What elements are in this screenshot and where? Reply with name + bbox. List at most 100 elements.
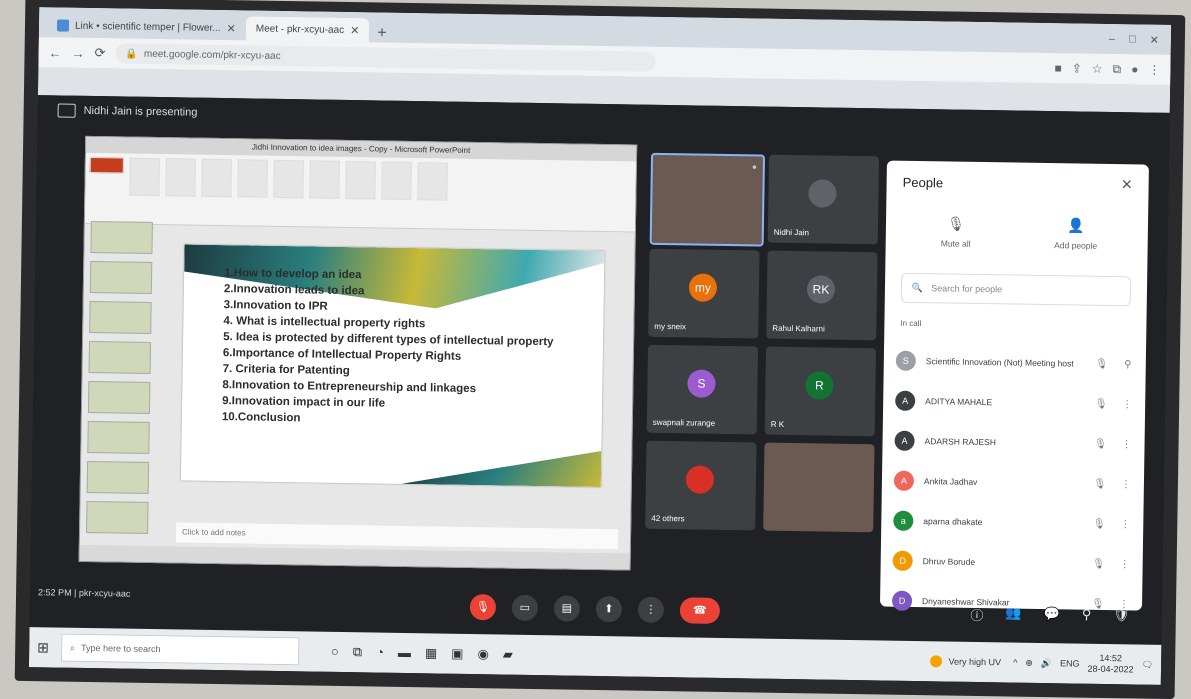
presenting-banner: Nidhi Jain is presenting bbox=[57, 103, 198, 119]
edge-icon[interactable]: ◔ bbox=[376, 645, 384, 661]
new-tab-button[interactable]: + bbox=[369, 24, 395, 42]
menu-icon[interactable]: ⋮ bbox=[1148, 62, 1160, 77]
pin-icon[interactable]: ⚲ bbox=[1120, 359, 1136, 370]
ppt-ribbon-button bbox=[273, 159, 304, 199]
chat-icon[interactable]: 💬 bbox=[1043, 606, 1060, 625]
close-window-button[interactable]: ✕ bbox=[1150, 33, 1159, 46]
mic-off-icon[interactable]: 🎙 bbox=[1091, 558, 1107, 569]
list-item[interactable]: a aparna dhakate 🎙 ⋮ bbox=[893, 501, 1134, 545]
notification-icon[interactable]: 🗨 bbox=[1142, 659, 1154, 670]
task-view-icon[interactable]: ⧉ bbox=[353, 644, 363, 660]
windows-start-icon[interactable]: ⊞ bbox=[37, 639, 49, 656]
powerpoint-icon[interactable]: ▰ bbox=[503, 647, 513, 663]
host-controls-icon[interactable]: 🛡 bbox=[1113, 607, 1130, 626]
tab-meet[interactable]: Meet - pkr-xcyu-aac ✕ bbox=[37, 16, 370, 108]
agenda-item: 4. What is intellectual property rights bbox=[223, 315, 426, 331]
activities-icon[interactable]: ⚲ bbox=[1082, 607, 1092, 626]
mic-off-icon[interactable]: 🎙 bbox=[1091, 518, 1107, 529]
mute-all-button[interactable]: 🎙 Mute all bbox=[916, 215, 997, 249]
captions-button[interactable]: ▤ bbox=[553, 595, 581, 622]
star-icon[interactable]: ☆ bbox=[1092, 61, 1103, 76]
list-item[interactable]: D Dhruv Borude 🎙 ⋮ bbox=[892, 541, 1133, 585]
agenda-item: 6.Importance of Intellectual Property Ri… bbox=[222, 347, 462, 363]
participant-name: Ankita Jadhav bbox=[923, 476, 978, 487]
tab-link[interactable]: Link • scientific temper | Flower... ✕ bbox=[47, 13, 246, 40]
list-item[interactable]: A ADARSH RAJESH 🎙 ⋮ bbox=[894, 421, 1135, 465]
list-item[interactable]: A Ankita Jadhav 🎙 ⋮ bbox=[893, 461, 1135, 505]
close-icon[interactable]: ✕ bbox=[350, 24, 359, 37]
maximize-button[interactable]: □ bbox=[1129, 33, 1136, 46]
participant-tile[interactable]: S swapnali zurange bbox=[646, 344, 759, 435]
share-icon[interactable]: ⇪ bbox=[1072, 61, 1082, 76]
weather-text: Very high UV bbox=[948, 656, 1002, 668]
search-input[interactable]: 🔍 Search for people bbox=[900, 272, 1132, 307]
ppt-ribbon-button bbox=[237, 159, 268, 198]
screen: Link • scientific temper | Flower... ✕ M… bbox=[28, 7, 1172, 685]
people-icon[interactable]: 👥 bbox=[1005, 605, 1021, 624]
participant-tile[interactable]: RK Rahul Kalharni bbox=[766, 250, 878, 341]
slide-decoration bbox=[401, 448, 602, 487]
list-item[interactable]: A ADITYA MAHALE 🎙 ⋮ bbox=[895, 381, 1136, 425]
camera-button[interactable]: ▭ bbox=[511, 594, 539, 622]
camera-icon[interactable]: ■ bbox=[1054, 61, 1061, 76]
cortana-icon[interactable]: ○ bbox=[331, 644, 339, 660]
more-options-icon[interactable]: ⋮ bbox=[1117, 559, 1133, 570]
mic-off-button[interactable]: 🎙 bbox=[469, 593, 497, 621]
network-icon[interactable]: ⊕ bbox=[1025, 657, 1033, 668]
forward-icon[interactable]: → bbox=[71, 45, 84, 60]
system-tray: ^ ⊕ 🔊 ENG 14:52 28-04-2022 🗨 bbox=[1013, 652, 1153, 676]
ppt-ribbon-button bbox=[345, 160, 376, 200]
add-people-button[interactable]: 👤 Add people bbox=[1036, 217, 1117, 251]
mic-off-icon[interactable]: 🎙 bbox=[1092, 438, 1108, 449]
address-bar[interactable]: 🔒 meet.google.com/pkr-xcyu-aac bbox=[115, 43, 656, 72]
agenda-item: 5. Idea is protected by different types … bbox=[223, 331, 554, 349]
agenda-item: 7. Criteria for Patenting bbox=[222, 363, 350, 378]
more-options-icon[interactable]: ⋮ bbox=[1119, 399, 1135, 410]
more-options-icon[interactable]: ⋮ bbox=[1117, 519, 1133, 530]
lang-indicator[interactable]: ENG bbox=[1060, 658, 1080, 668]
mic-icon: ● bbox=[751, 162, 757, 172]
tray-expand-icon[interactable]: ^ bbox=[1013, 658, 1017, 668]
reload-icon[interactable]: ⟳ bbox=[94, 45, 105, 61]
list-item[interactable]: S Scientific Innovation (Not) Meeting ho… bbox=[895, 341, 1137, 385]
info-icon[interactable]: ⓘ bbox=[970, 605, 983, 624]
file-explorer-icon[interactable]: ▬ bbox=[398, 645, 411, 661]
participant-tile[interactable]: my my sneix bbox=[648, 248, 760, 339]
close-icon[interactable]: ✕ bbox=[226, 22, 235, 35]
more-options-icon[interactable]: ⋮ bbox=[1118, 439, 1134, 450]
profile-icon[interactable]: ● bbox=[1131, 62, 1138, 77]
chrome-icon[interactable]: ◉ bbox=[477, 646, 489, 662]
leave-call-button[interactable]: ☎ bbox=[679, 597, 721, 624]
back-icon[interactable]: ← bbox=[48, 45, 61, 60]
call-controls: 🎙 ▭ ▤ ⬆ ⋮ ☎ bbox=[469, 593, 721, 624]
window-controls: – □ ✕ bbox=[1109, 32, 1171, 46]
minimize-button[interactable]: – bbox=[1109, 32, 1115, 45]
present-button[interactable]: ⬆ bbox=[595, 595, 623, 623]
others-tile[interactable]: 42 others bbox=[645, 440, 757, 531]
date-text: 28-04-2022 bbox=[1087, 663, 1134, 675]
store-icon[interactable]: ▦ bbox=[425, 645, 438, 661]
volume-icon[interactable]: 🔊 bbox=[1041, 657, 1052, 668]
current-slide: 1.How to develop an idea 2.Innovation le… bbox=[180, 244, 605, 488]
more-options-icon[interactable]: ⋮ bbox=[1118, 479, 1134, 490]
photos-icon[interactable]: ▣ bbox=[451, 646, 464, 662]
participant-video-tile[interactable] bbox=[763, 442, 875, 533]
participant-name: Scientific Innovation (Not) Meeting host bbox=[925, 356, 1074, 369]
self-video-tile[interactable]: ● bbox=[649, 152, 766, 247]
taskbar-search[interactable]: ⌕ Type here to search bbox=[60, 633, 300, 666]
mic-off-icon[interactable]: 🎙 bbox=[1094, 358, 1110, 369]
extensions-icon[interactable]: ⧉ bbox=[1112, 62, 1122, 77]
taskbar-clock[interactable]: 14:52 28-04-2022 bbox=[1087, 653, 1133, 676]
participant-tile[interactable]: Nidhi Jain bbox=[767, 154, 880, 245]
toolbar-icons: ■ ⇪ ☆ ⧉ ● ⋮ bbox=[1054, 61, 1160, 78]
sun-icon bbox=[930, 655, 943, 668]
close-icon[interactable]: ✕ bbox=[1121, 176, 1133, 193]
participant-name: ADARSH RAJESH bbox=[924, 436, 996, 448]
weather-widget[interactable]: Very high UV bbox=[930, 655, 1001, 668]
participant-tile[interactable]: R R K bbox=[764, 346, 877, 437]
more-options-button[interactable]: ⋮ bbox=[637, 596, 665, 624]
mic-off-icon[interactable]: 🎙 bbox=[1093, 398, 1109, 409]
mic-off-icon[interactable]: 🎙 bbox=[1092, 478, 1108, 489]
people-list: S Scientific Innovation (Not) Meeting ho… bbox=[891, 341, 1137, 625]
search-icon: ⌕ bbox=[69, 642, 76, 653]
